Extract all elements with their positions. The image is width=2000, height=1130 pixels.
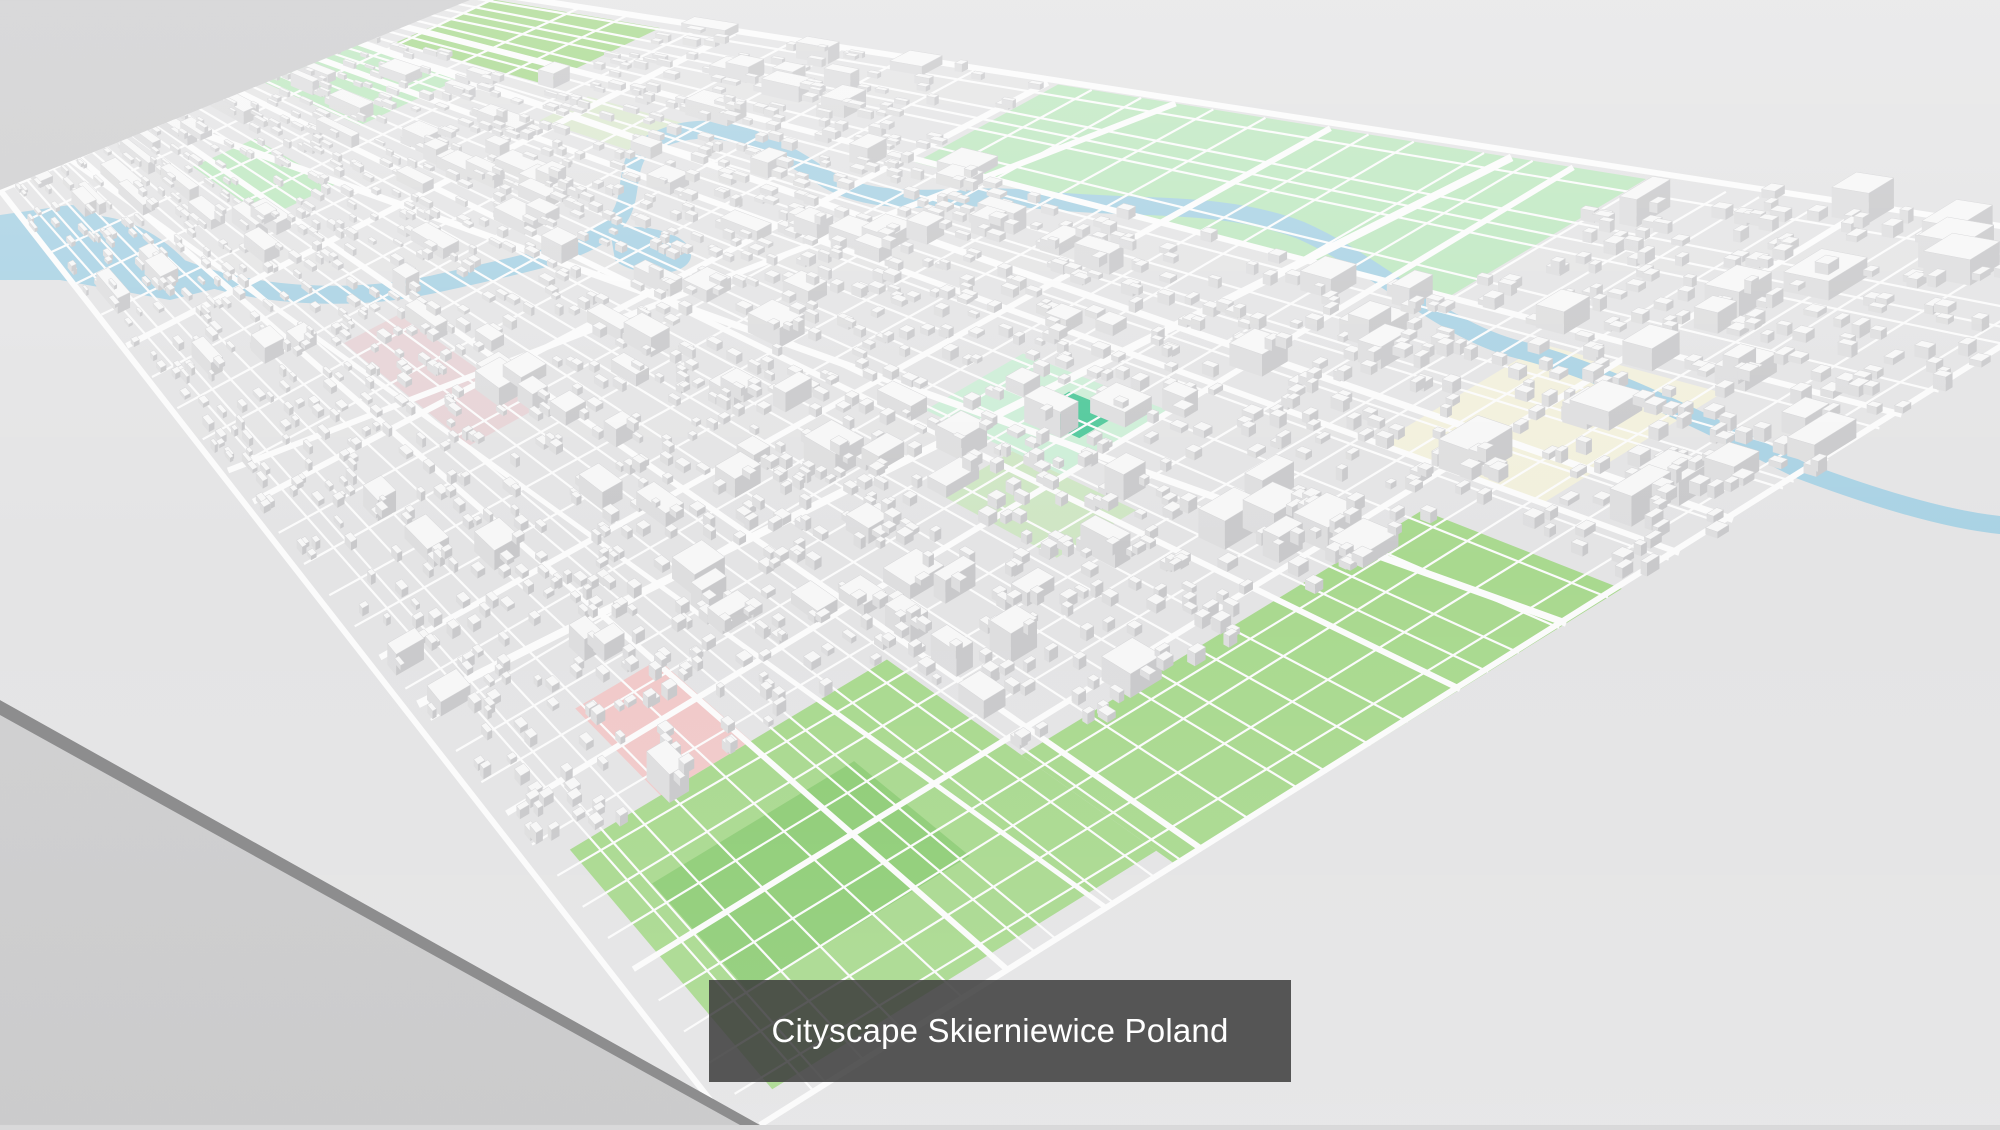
building-roof <box>269 72 281 78</box>
city-3d-map <box>0 0 2000 1125</box>
map-scene <box>0 0 2000 1125</box>
building-roof <box>138 126 147 132</box>
building-roof <box>331 46 342 51</box>
building-side <box>331 47 339 55</box>
